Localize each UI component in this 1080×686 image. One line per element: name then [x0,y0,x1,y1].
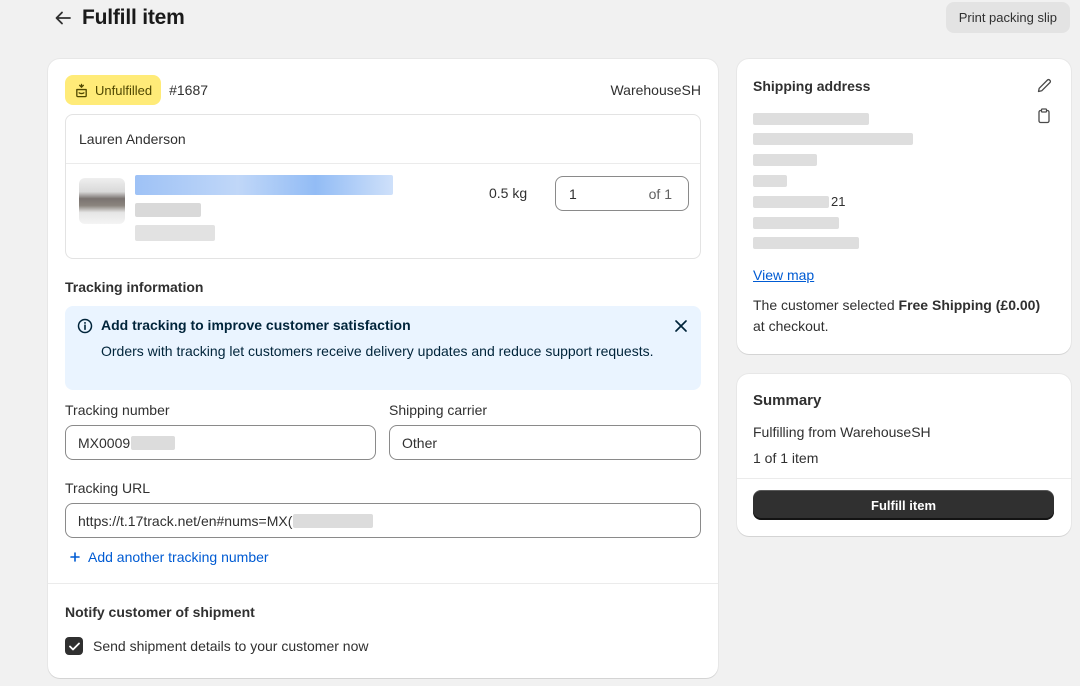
shipping-carrier-select[interactable]: Other [389,425,701,460]
clipboard-icon[interactable] [1035,107,1053,125]
tracking-url-input[interactable]: https://t.17track.net/en#nums=MX( [65,503,701,538]
banner-title: Add tracking to improve customer satisfa… [101,317,411,333]
notify-section-title: Notify customer of shipment [65,604,255,620]
address-line-redacted [753,133,913,145]
address-line-redacted [753,113,869,125]
address-line-redacted [753,175,787,187]
address-visible-fragment: 21 [831,194,846,209]
tracking-url-label: Tracking URL [65,480,151,496]
shipping-address-card: Shipping address 21 View map The custome… [737,59,1071,354]
summary-card: Summary Fulfilling from WarehouseSH 1 of… [737,374,1071,536]
add-tracking-number-link[interactable]: Add another tracking number [70,549,269,565]
product-title-link-redacted[interactable] [135,175,393,195]
plus-icon [70,552,80,562]
shipping-carrier-value: Other [402,434,438,451]
divider [66,163,700,164]
divider [737,478,1071,479]
order-number: #1687 [169,82,209,98]
fulfillment-card: Unfulfilled #1687 WarehouseSH Lauren And… [48,59,718,678]
status-badge-label: Unfulfilled [95,82,153,98]
shipping-address-title: Shipping address [753,78,871,94]
shipping-method-name: Free Shipping (£0.00) [898,297,1041,313]
product-sku-redacted [135,225,215,241]
print-packing-slip-button[interactable]: Print packing slip [945,2,1070,33]
address-line-redacted [753,154,817,166]
pencil-icon[interactable] [1035,77,1053,95]
fulfillment-location: WarehouseSH [610,82,701,98]
fulfillment-box-icon [76,83,87,97]
view-map-link[interactable]: View map [753,267,814,283]
tracking-url-value: https://t.17track.net/en#nums=MX( [78,512,293,529]
notify-customer-row: Send shipment details to your customer n… [65,637,368,655]
quantity-value: 1 [569,185,577,202]
notify-customer-checkbox[interactable] [65,637,83,655]
checkmark-icon [68,642,80,650]
tracking-number-input[interactable]: MX0009 [65,425,376,460]
shipping-carrier-label: Shipping carrier [389,402,488,418]
arrow-left-icon [55,11,71,25]
shipping-method-note: The customer selected Free Shipping (£0.… [753,297,1041,334]
fulfillment-status-row: Unfulfilled #1687 WarehouseSH [65,75,701,105]
tracking-number-value: MX0009 [78,434,131,451]
page-header: Fulfill item Print packing slip [52,2,1070,33]
line-items-box: Lauren Anderson 0.5 kg 1 of 1 [65,114,701,259]
tracking-section-title: Tracking information [65,279,204,295]
customer-name: Lauren Anderson [79,131,186,147]
tracking-info-banner: Add tracking to improve customer satisfa… [65,306,701,390]
address-line-redacted [753,196,829,208]
page-title: Fulfill item [82,6,185,29]
address-line-redacted [753,217,839,229]
fulfilling-from-text: Fulfilling from WarehouseSH [753,424,931,440]
fulfill-item-page: Fulfill item Print packing slip Unfulfil… [0,0,1080,686]
item-weight: 0.5 kg [489,185,528,201]
status-badge: Unfulfilled [65,75,162,105]
item-count-text: 1 of 1 item [753,450,819,466]
notify-customer-label: Send shipment details to your customer n… [93,638,369,654]
back-button[interactable] [52,7,74,29]
product-thumbnail [79,178,125,224]
close-icon[interactable] [673,318,689,334]
product-variant-redacted [135,203,201,217]
divider [48,583,718,584]
banner-body: Orders with tracking let customers recei… [101,343,654,359]
fulfill-item-button[interactable]: Fulfill item [753,490,1054,520]
tracking-number-label: Tracking number [65,402,170,418]
address-line-redacted [753,237,859,249]
quantity-total: of 1 [648,185,672,202]
summary-title: Summary [753,392,822,409]
tracking-number-redacted [131,435,176,450]
info-circle-icon [77,318,93,334]
tracking-url-redacted [293,513,374,528]
quantity-input[interactable]: 1 of 1 [555,176,689,211]
add-tracking-number-label: Add another tracking number [88,549,269,565]
